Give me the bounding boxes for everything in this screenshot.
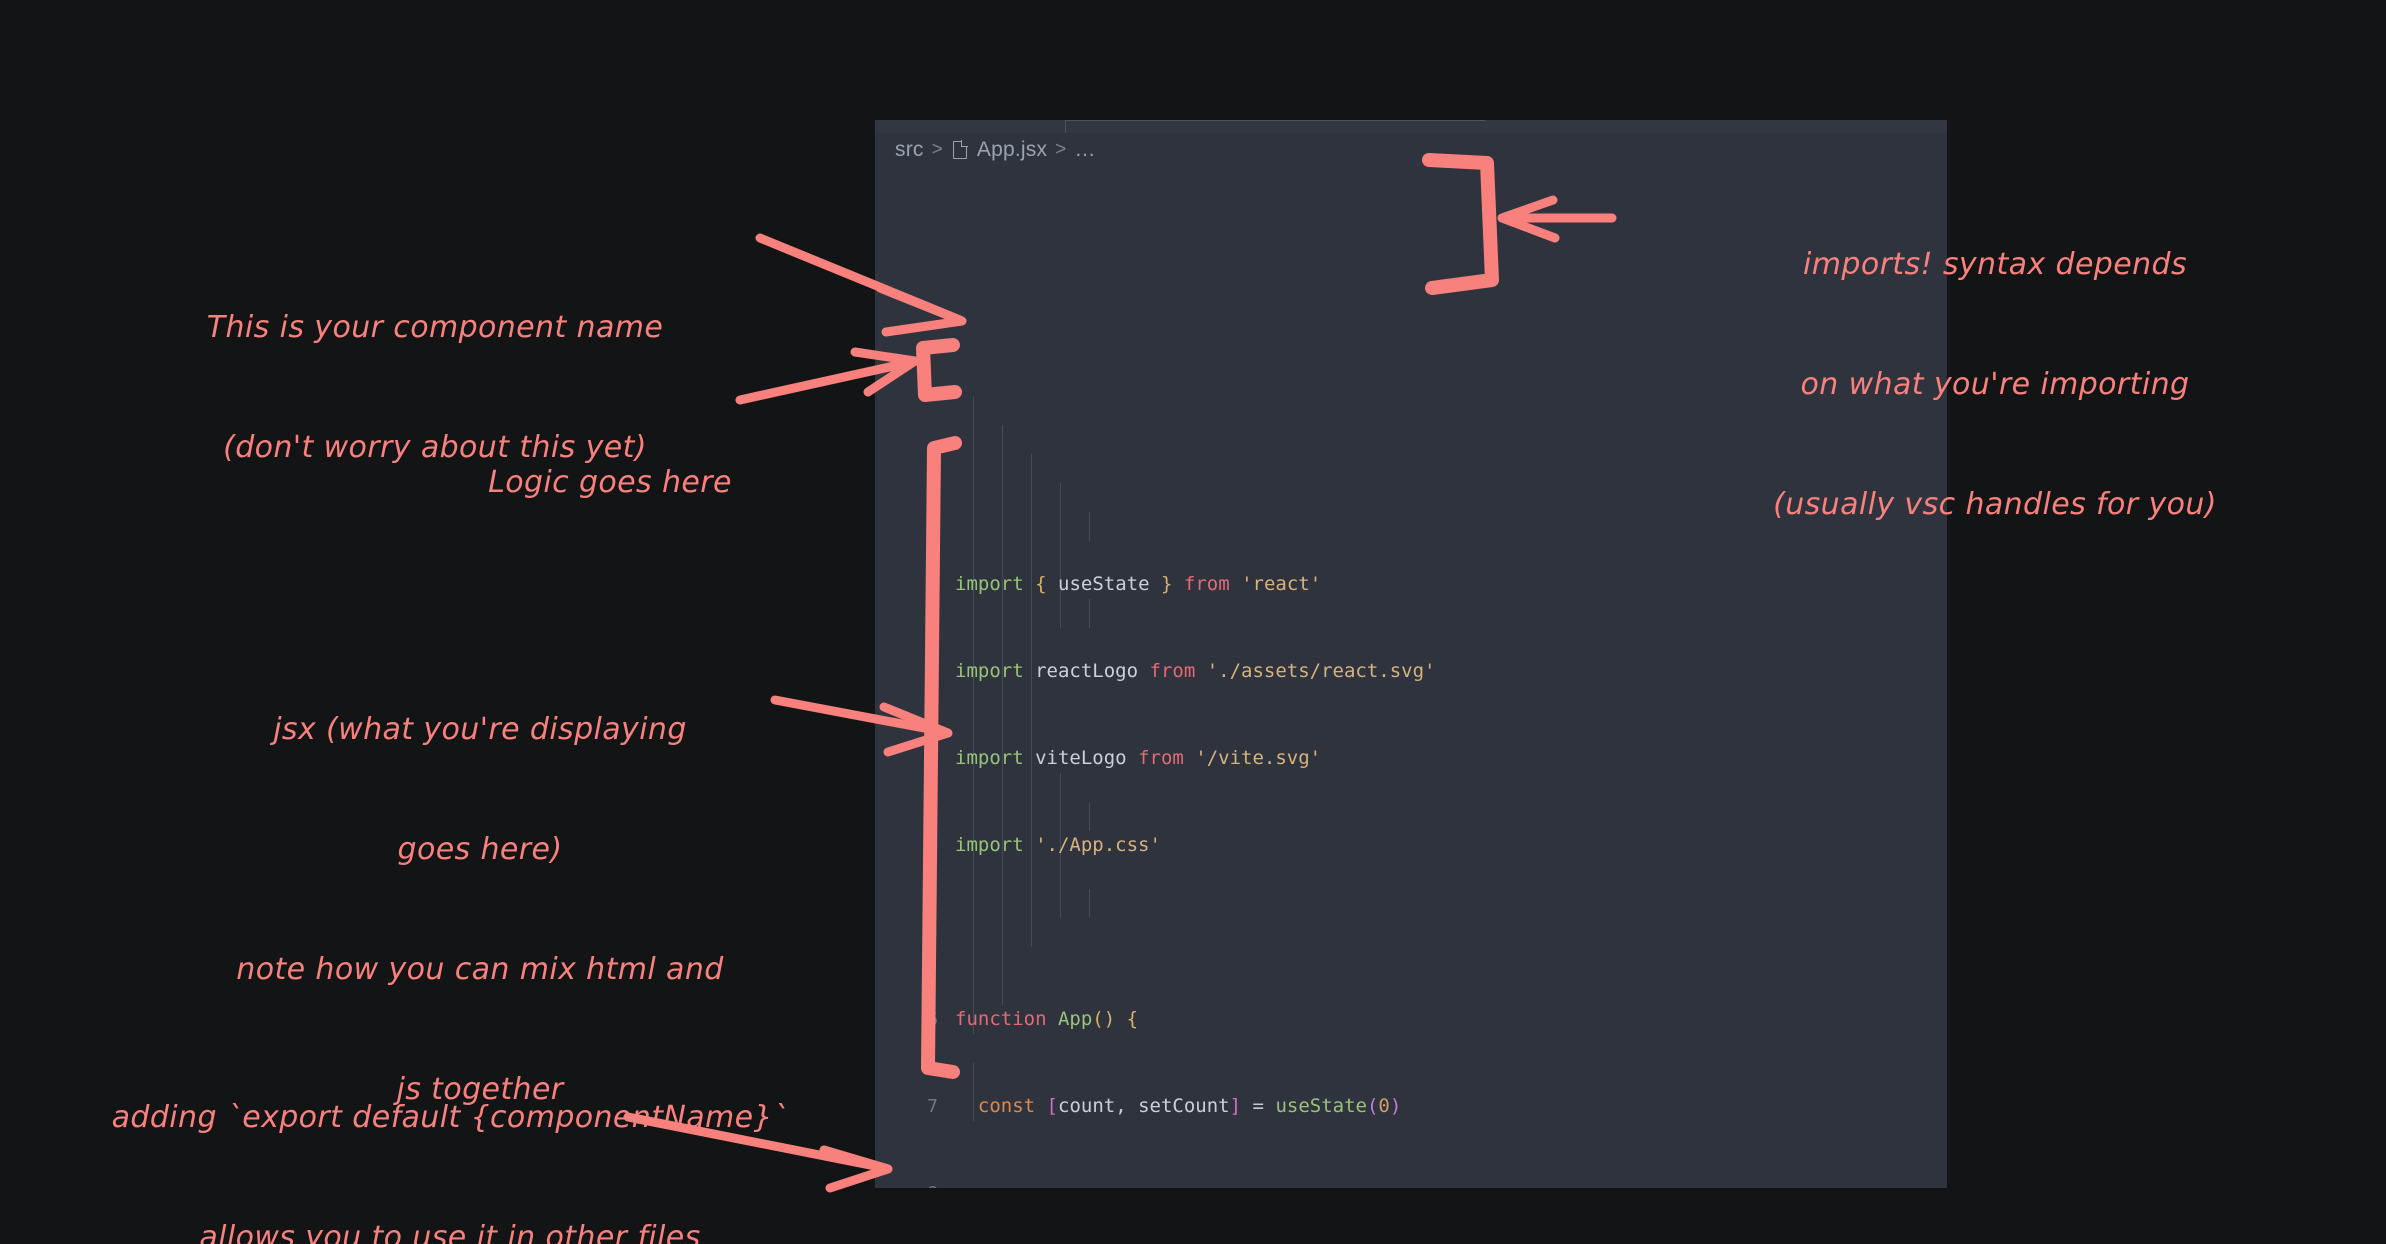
file-icon xyxy=(952,141,967,159)
line-number: 1 xyxy=(927,574,938,595)
annotation-jsx-line2: goes here) xyxy=(397,832,563,867)
active-tab-left-border xyxy=(1065,120,1066,133)
code-line: 3 import viteLogo from '/vite.svg' xyxy=(875,744,1947,773)
screenshot-canvas: src > App.jsx > … 1 import { useState } f… xyxy=(0,0,2386,1244)
indent-guide xyxy=(1089,889,1090,918)
annotation-logic: Logic goes here xyxy=(410,383,810,583)
annotation-jsx-line3: note how you can mix html and xyxy=(236,952,724,987)
code-line: 6 function App() { xyxy=(875,1005,1947,1034)
indent-guide xyxy=(1089,599,1090,628)
line-number: 4 xyxy=(927,835,938,856)
code-line: 5 xyxy=(875,918,1947,947)
indent-guide xyxy=(1089,512,1090,541)
line-number: 7 xyxy=(927,1096,938,1117)
line-source: import viteLogo from '/vite.svg' xyxy=(955,747,1322,769)
breadcrumb[interactable]: src > App.jsx > … xyxy=(895,138,1096,162)
line-number: 6 xyxy=(927,1009,938,1030)
breadcrumb-file[interactable]: App.jsx xyxy=(977,138,1047,162)
editor-tab-strip xyxy=(875,120,1947,133)
breadcrumb-folder[interactable]: src xyxy=(895,138,924,162)
code-line: 8 xyxy=(875,1179,1947,1188)
annotation-imports-line1: imports! syntax depends xyxy=(1803,247,2187,282)
line-number: 3 xyxy=(927,748,938,769)
annotation-component-name-line1: This is your component name xyxy=(206,310,664,345)
line-number: 2 xyxy=(927,661,938,682)
active-tab-top-border xyxy=(1065,120,1485,121)
line-source: import reactLogo from './assets/react.sv… xyxy=(955,660,1436,682)
annotation-jsx-line1: jsx (what you're displaying xyxy=(273,712,687,747)
annotation-imports: imports! syntax depends on what you're i… xyxy=(1625,165,2365,605)
code-line: 2 import reactLogo from './assets/react.s… xyxy=(875,657,1947,686)
annotation-export-line2: allows you to use it in other files xyxy=(199,1220,701,1244)
line-number: 8 xyxy=(875,1179,955,1188)
chevron-right-icon: > xyxy=(931,139,943,160)
breadcrumb-ellipsis[interactable]: … xyxy=(1074,138,1095,162)
annotation-export-line1: adding `export default {componentName}` xyxy=(111,1100,789,1135)
line-source: const [count, setCount] = useState(0) xyxy=(977,1095,1402,1117)
chevron-right-icon-2: > xyxy=(1055,139,1067,160)
indent-guide xyxy=(1089,802,1090,831)
code-line: 4 import './App.css' xyxy=(875,831,1947,860)
indent-guide xyxy=(1060,483,1061,628)
line-number: 5 xyxy=(927,922,938,943)
indent-guide xyxy=(1031,454,1032,947)
annotation-logic-line1: Logic goes here xyxy=(488,465,732,500)
line-source: function App() { xyxy=(955,1008,1139,1030)
annotation-export: adding `export default {componentName}` … xyxy=(45,1018,855,1244)
annotation-imports-line3: (usually vsc handles for you) xyxy=(1773,487,2217,522)
line-source: import './App.css' xyxy=(955,834,1161,856)
code-line: 7 const [count, setCount] = useState(0) xyxy=(875,1092,1947,1121)
annotation-imports-line2: on what you're importing xyxy=(1800,367,2190,402)
